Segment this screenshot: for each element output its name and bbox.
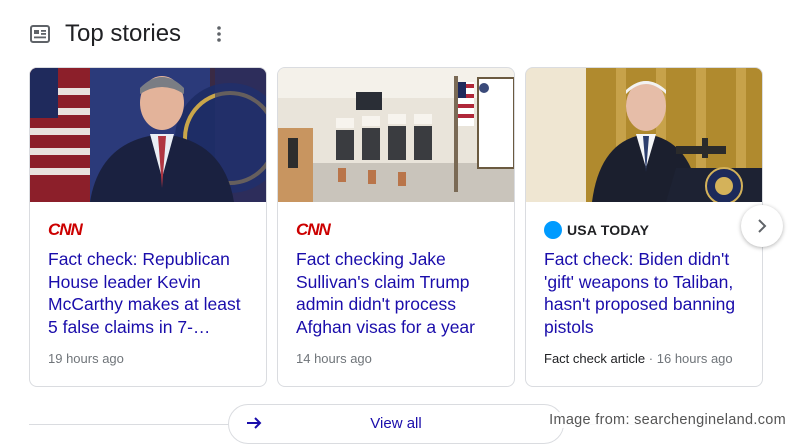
story-thumbnail: [30, 68, 266, 202]
story-thumbnail: [526, 68, 762, 202]
source-label: CNN: [296, 220, 331, 240]
top-stories-header: Top stories: [29, 14, 229, 54]
more-vert-icon[interactable]: [209, 22, 229, 46]
source-label: CNN: [48, 220, 83, 240]
fact-check-label: Fact check article: [544, 351, 646, 366]
story-time: 19 hours ago: [48, 351, 124, 366]
story-card-3[interactable]: USA TODAY Fact check: Biden didn't 'gift…: [525, 67, 763, 387]
story-headline[interactable]: Fact check: Biden didn't 'gift' weapons …: [544, 248, 749, 338]
story-thumbnail: [278, 68, 514, 202]
usa-today-label: USA TODAY: [567, 222, 650, 238]
view-all-label: View all: [370, 415, 422, 432]
story-time: 14 hours ago: [296, 351, 372, 366]
story-card-1[interactable]: CNN Fact check: Republican House leader …: [29, 67, 267, 387]
section-title: Top stories: [65, 20, 182, 47]
chevron-right-icon: [758, 219, 767, 233]
image-credit: Image from: searchengineland.com: [547, 412, 788, 428]
view-all-button[interactable]: View all: [228, 404, 564, 444]
source-label: USA TODAY: [544, 220, 649, 240]
story-headline[interactable]: Fact checking Jake Sullivan's claim Trum…: [296, 248, 501, 338]
usa-today-logo-icon: [544, 221, 562, 239]
next-stories-button[interactable]: [741, 205, 783, 247]
cnn-logo: CNN: [48, 220, 83, 239]
story-meta: Fact check article · 16 hours ago: [544, 351, 733, 366]
story-time: 16 hours ago: [656, 351, 733, 366]
story-headline[interactable]: Fact check: Republican House leader Kevi…: [48, 248, 253, 338]
story-card-2[interactable]: CNN Fact checking Jake Sullivan's claim …: [277, 67, 515, 387]
meta-separator: ·: [648, 351, 654, 366]
cnn-logo: CNN: [296, 220, 331, 239]
news-icon: [29, 23, 51, 45]
